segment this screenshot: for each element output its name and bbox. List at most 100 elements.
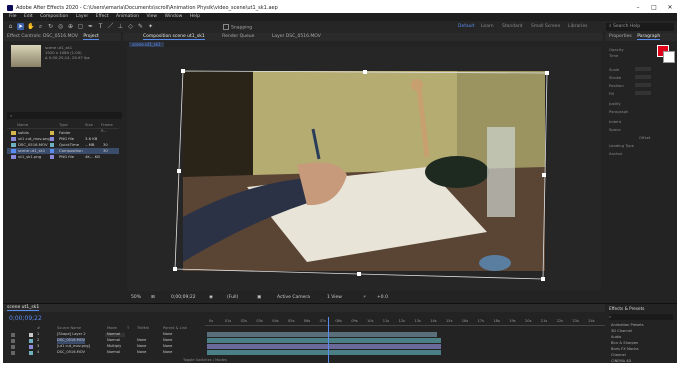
layer-mode[interactable]: Multiply xyxy=(107,344,121,350)
effects-category[interactable]: CINEMA 4D xyxy=(611,359,631,363)
prop-value-field[interactable] xyxy=(635,91,651,95)
project-search-input[interactable]: ⌕ xyxy=(7,112,122,119)
maximize-button[interactable]: □ xyxy=(646,3,662,13)
layer-trkmat[interactable]: None xyxy=(137,350,146,356)
menu-view[interactable]: View xyxy=(146,14,157,19)
effects-category[interactable]: Channel xyxy=(611,353,626,357)
layer-duration-bar[interactable] xyxy=(207,338,441,343)
effects-category[interactable]: Blur & Sharpen xyxy=(611,341,638,345)
transform-handle[interactable] xyxy=(363,70,367,74)
layer-duration-bar[interactable] xyxy=(207,350,441,355)
effects-category[interactable]: Audio xyxy=(611,335,621,339)
label-color[interactable] xyxy=(50,131,54,135)
stroke-color-swatch[interactable] xyxy=(663,51,675,63)
layer-label-color[interactable] xyxy=(29,344,33,349)
minimize-button[interactable]: – xyxy=(630,3,646,13)
label-color[interactable] xyxy=(50,143,54,147)
label-color[interactable] xyxy=(50,155,54,159)
label-color[interactable] xyxy=(50,137,54,141)
tab-layer[interactable]: Layer DSC_0516.MOV xyxy=(272,34,321,39)
tab-effect-controls[interactable]: Effect Controls: DSC_0516.MOV xyxy=(7,34,78,39)
layer-mode[interactable]: Normal xyxy=(107,332,120,338)
layer-duration-bar[interactable] xyxy=(207,332,437,337)
tab-paragraph[interactable]: Paragraph xyxy=(637,34,661,40)
prop-value-field[interactable] xyxy=(635,67,651,71)
visibility-eye-icon[interactable] xyxy=(11,338,15,343)
workspace-libraries[interactable]: Libraries xyxy=(568,24,587,29)
layer-label-color[interactable] xyxy=(29,350,33,355)
menu-composition[interactable]: Composition xyxy=(40,14,68,19)
project-row[interactable]: ut1_sk1.png PNG file 4K... KB xyxy=(7,154,119,160)
layer-parent[interactable]: None xyxy=(163,332,172,338)
menu-animation[interactable]: Animation xyxy=(116,14,139,19)
visibility-eye-icon[interactable] xyxy=(11,350,15,355)
transform-handle[interactable] xyxy=(173,267,177,271)
tab-project[interactable]: Project xyxy=(83,34,99,40)
menu-window[interactable]: Window xyxy=(165,14,183,19)
effects-search-input[interactable]: ⌕ xyxy=(609,314,673,320)
tab-timeline-comp[interactable]: scene ut1_sk1 xyxy=(7,305,40,311)
snapshot-icon[interactable]: ◉ xyxy=(209,293,213,302)
rectangle-tool-icon[interactable]: ▢ xyxy=(77,23,84,30)
exposure-value[interactable]: +0.0 xyxy=(377,293,388,302)
col-size[interactable]: Size xyxy=(85,122,93,128)
transform-handle[interactable] xyxy=(357,272,361,276)
layer-parent[interactable]: None xyxy=(163,350,172,356)
eraser-tool-icon[interactable]: ◇ xyxy=(127,23,134,30)
label-color[interactable] xyxy=(50,149,54,153)
menu-file[interactable]: File xyxy=(9,14,17,19)
snapping-toggle[interactable]: Snapping xyxy=(223,24,252,31)
workspace-default[interactable]: Default xyxy=(458,24,474,29)
viewer-timecode[interactable]: 0;00;09;22 xyxy=(171,293,196,302)
layer-trkmat[interactable]: None xyxy=(137,338,146,344)
timeline-layer-row-selected[interactable]: 2 DSC_0516.MOV Normal None None xyxy=(7,338,203,344)
project-row[interactable]: ut1 cut_mov.png PNG file 3.6 KB xyxy=(7,136,119,142)
transform-handle[interactable] xyxy=(181,69,185,73)
layer-duration-bar[interactable] xyxy=(207,344,441,349)
workspace-learn[interactable]: Learn xyxy=(481,24,494,29)
project-row[interactable]: DSC_0516.MOV QuickTime ...MB 30 xyxy=(7,142,119,148)
menu-effect[interactable]: Effect xyxy=(96,14,109,19)
puppet-tool-icon[interactable]: ✦ xyxy=(147,23,154,30)
brush-tool-icon[interactable]: ／ xyxy=(107,23,114,30)
resolution-dropdown[interactable]: (Full) xyxy=(227,293,238,302)
timeline-layer-row[interactable]: 4 DSC_0516.MOV Normal None None xyxy=(7,350,203,356)
prop-value-field[interactable] xyxy=(635,75,651,79)
col-name[interactable]: Name xyxy=(17,122,28,128)
timeline-layer-row[interactable]: 1 [Shape] Layer 2 Normal None xyxy=(7,332,203,338)
layer-label-color[interactable] xyxy=(29,338,33,343)
fast-preview-icon[interactable]: ⚡ xyxy=(363,293,366,302)
toggle-switches-modes[interactable]: Toggle Switches / Modes xyxy=(183,358,227,362)
layer-mode[interactable]: Normal xyxy=(107,350,120,356)
project-row[interactable]: solids Folder xyxy=(7,130,119,136)
timeline-current-time[interactable]: 0;00;09;22 xyxy=(9,315,42,322)
timeline-playhead[interactable] xyxy=(328,317,329,363)
menu-edit[interactable]: Edit xyxy=(24,14,33,19)
zoom-tool-icon[interactable]: ⌕ xyxy=(37,23,44,30)
transform-handle[interactable] xyxy=(542,173,546,177)
snapping-checkbox[interactable] xyxy=(223,24,229,30)
camera-tool-icon[interactable]: ◎ xyxy=(57,23,64,30)
menu-layer[interactable]: Layer xyxy=(76,14,89,19)
col-type[interactable]: Type xyxy=(59,122,68,128)
camera-dropdown[interactable]: Active Camera xyxy=(277,293,310,302)
roto-brush-tool-icon[interactable]: ✎ xyxy=(137,23,144,30)
grid-icon[interactable]: ⊞ xyxy=(151,293,155,302)
tab-render-queue[interactable]: Render Queue xyxy=(222,34,254,39)
prop-value-field[interactable] xyxy=(635,83,651,87)
clone-stamp-tool-icon[interactable]: ⊥ xyxy=(117,23,124,30)
menu-help[interactable]: Help xyxy=(190,14,200,19)
effects-category[interactable]: 3D Channel xyxy=(611,329,632,333)
timeline-layer-row[interactable]: 3 [ut1 cut_mov.png] Multiply None None xyxy=(7,344,203,350)
project-row-selected[interactable]: scene ut1_sk1 Composition 30 xyxy=(7,148,119,154)
transform-handle[interactable] xyxy=(177,169,181,173)
transform-handle[interactable] xyxy=(541,277,545,281)
pen-tool-icon[interactable]: ✒ xyxy=(87,23,94,30)
close-button[interactable]: ✕ xyxy=(662,3,677,13)
views-dropdown[interactable]: 1 View xyxy=(327,293,342,302)
type-tool-icon[interactable]: T xyxy=(97,23,104,30)
transform-handle[interactable] xyxy=(545,71,549,75)
layer-label-color[interactable] xyxy=(29,332,33,337)
layer-mode[interactable]: Normal xyxy=(107,338,120,344)
tab-properties[interactable]: Properties xyxy=(609,34,632,39)
